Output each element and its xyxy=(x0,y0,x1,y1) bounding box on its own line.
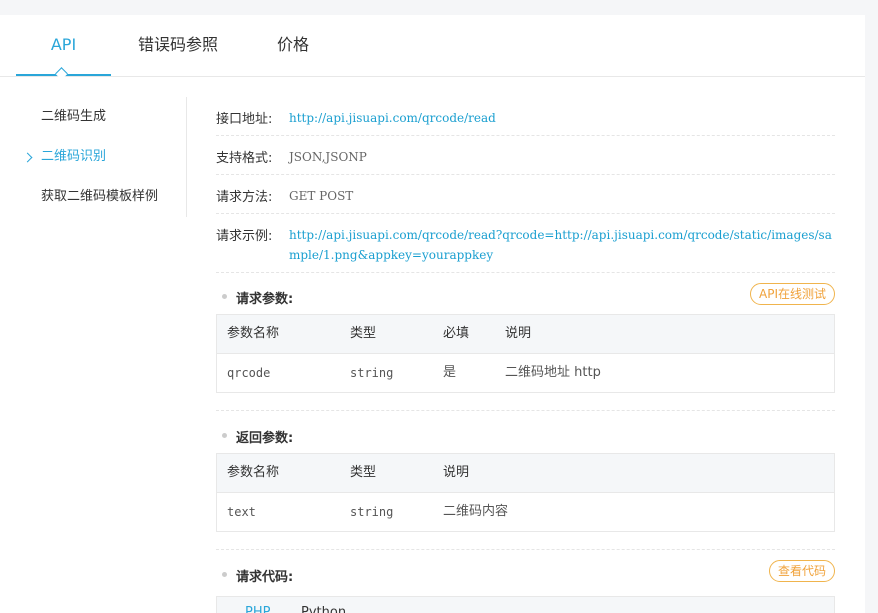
api-doc-card: API 错误码参照 价格 二维码生成 二维码识别 获取二维码模板样例 接口地址:… xyxy=(0,15,865,613)
format-value: JSON,JSONP xyxy=(289,150,367,164)
header-type: 类型 xyxy=(350,465,377,480)
header-type: 类型 xyxy=(350,326,377,341)
table-row: qrcode string 是 二维码地址 http xyxy=(217,354,834,392)
param-type: string xyxy=(350,505,394,519)
endpoint-link[interactable]: http://api.jisuapi.com/qrcode/read xyxy=(289,108,835,128)
endpoint-row: 接口地址: http://api.jisuapi.com/qrcode/read xyxy=(216,108,835,136)
request-params-title: 请求参数: xyxy=(236,292,294,307)
code-tab-python[interactable]: Python xyxy=(301,605,346,613)
format-label: 支持格式: xyxy=(216,151,273,166)
sidebar-item-qrcode-templates[interactable]: 获取二维码模板样例 xyxy=(41,177,158,217)
method-row: 请求方法: GET POST xyxy=(216,186,835,214)
table-header: 参数名称 类型 必填 说明 xyxy=(217,315,834,354)
endpoint-label: 接口地址: xyxy=(216,112,273,127)
header-description: 说明 xyxy=(443,465,470,480)
header-param-name: 参数名称 xyxy=(227,465,280,480)
method-label: 请求方法: xyxy=(216,190,273,205)
example-row: 请求示例: http://api.jisuapi.com/qrcode/read… xyxy=(216,225,835,273)
param-description: 二维码地址 http xyxy=(505,365,601,380)
divider xyxy=(216,549,835,550)
divider xyxy=(216,410,835,411)
table-header: 参数名称 类型 说明 xyxy=(217,454,834,493)
response-params-table: 参数名称 类型 说明 text string 二维码内容 xyxy=(216,453,835,532)
code-language-tabs: PHP Python .... xyxy=(216,596,835,613)
api-online-test-button[interactable]: API在线测试 xyxy=(750,283,835,305)
param-description: 二维码内容 xyxy=(443,504,509,519)
header-description: 说明 xyxy=(505,326,532,341)
sidebar-item-qrcode-read[interactable]: 二维码识别 xyxy=(41,137,106,177)
tab-api[interactable]: API xyxy=(16,15,111,76)
sidebar: 二维码生成 二维码识别 获取二维码模板样例 xyxy=(0,97,187,217)
bullet-icon xyxy=(222,433,227,438)
header-required: 必填 xyxy=(443,326,470,341)
method-value: GET POST xyxy=(289,189,354,203)
param-name: text xyxy=(227,505,256,519)
sidebar-item-qrcode-generate[interactable]: 二维码生成 xyxy=(41,97,106,137)
request-params-table: 参数名称 类型 必填 说明 qrcode string 是 二维码地址 http xyxy=(216,314,835,393)
param-type: string xyxy=(350,366,394,380)
bullet-icon xyxy=(222,572,227,577)
top-tabs: API 错误码参照 价格 xyxy=(0,15,865,80)
example-link[interactable]: http://api.jisuapi.com/qrcode/read?qrcod… xyxy=(289,225,835,265)
tab-pricing[interactable]: 价格 xyxy=(268,15,318,76)
format-row: 支持格式: JSON,JSONP xyxy=(216,147,835,175)
param-required: 是 xyxy=(443,365,457,380)
header-param-name: 参数名称 xyxy=(227,326,280,341)
bullet-icon xyxy=(222,294,227,299)
chevron-right-icon xyxy=(22,152,33,163)
example-label: 请求示例: xyxy=(216,229,273,244)
tab-error-codes[interactable]: 错误码参照 xyxy=(128,15,228,76)
response-params-title: 返回参数: xyxy=(236,431,294,446)
view-code-button[interactable]: 查看代码 xyxy=(769,560,836,582)
code-tab-php[interactable]: PHP xyxy=(245,605,270,613)
table-row: text string 二维码内容 xyxy=(217,493,834,531)
request-code-title: 请求代码: xyxy=(236,570,294,585)
code-tab-more[interactable]: .... xyxy=(367,605,384,613)
param-name: qrcode xyxy=(227,366,271,380)
